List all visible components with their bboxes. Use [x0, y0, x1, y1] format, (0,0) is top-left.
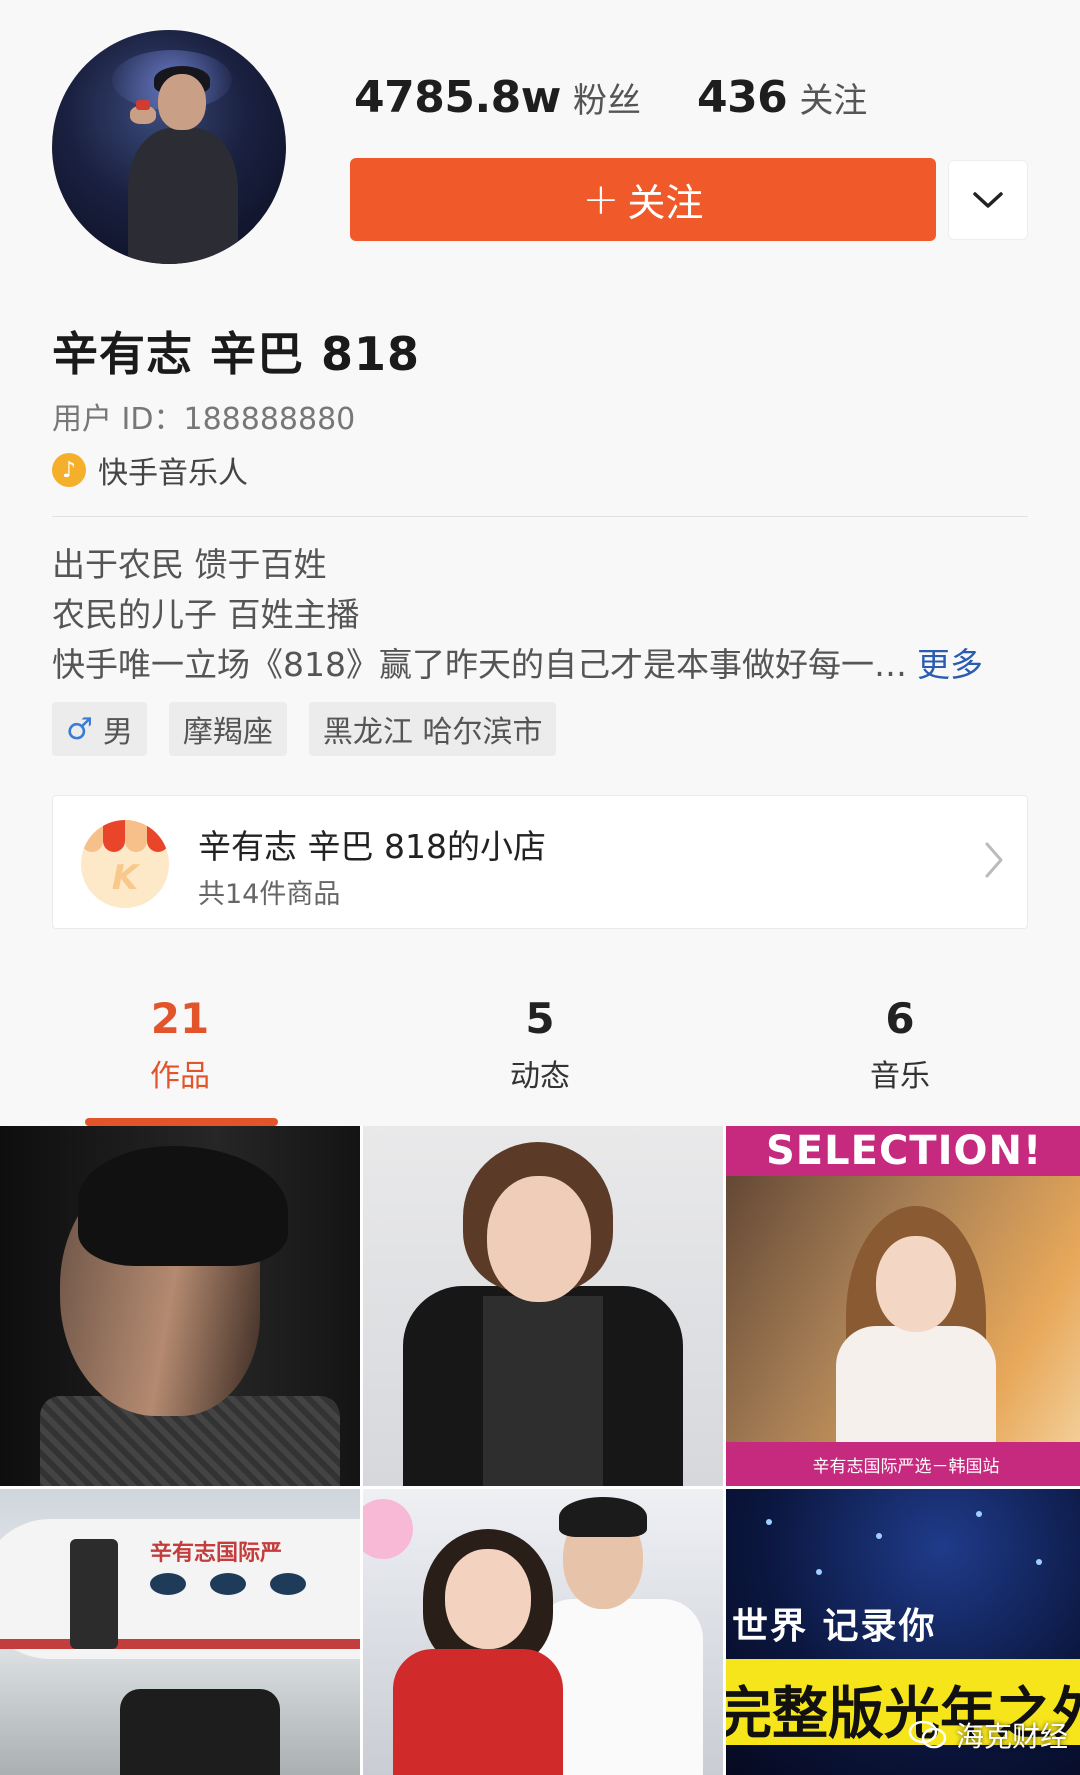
divider [52, 516, 1028, 517]
avatar[interactable] [52, 30, 286, 264]
active-tab-indicator [85, 1118, 278, 1126]
profile-name: 辛有志 辛巴 818 [52, 327, 421, 381]
video-grid: SELECTION! 辛有志国际严选－韩国站 辛有志国际严 世界 记录你 完整版… [0, 1126, 1080, 1775]
bio: 出于农民 馈于百姓 农民的儿子 百姓主播 快手唯一立场《818》赢了昨天的自己才… [52, 540, 1032, 690]
tab-count: 5 [525, 994, 555, 1043]
bio-more-link[interactable]: 更多 [917, 640, 983, 690]
bio-line: 出于农民 馈于百姓 [52, 545, 327, 584]
follow-button[interactable]: + 关注 [350, 158, 936, 241]
shop-card[interactable]: K 辛有志 辛巴 818的小店 共14件商品 [52, 795, 1028, 929]
profile-tags: ♂ 男 摩羯座 黑龙江 哈尔滨市 [52, 702, 578, 756]
thumbnail-caption: 辛有志国际严 [150, 1541, 283, 1566]
watermark-text: 海克财经 [955, 1720, 1068, 1753]
shop-logo-letter: K [111, 858, 139, 898]
wechat-icon [908, 1720, 947, 1749]
male-icon: ♂ [66, 711, 93, 747]
tag-location[interactable]: 黑龙江 哈尔滨市 [308, 702, 557, 756]
user-id[interactable]: 用户 ID：188888880 [52, 394, 355, 438]
tag-label: 男 [102, 715, 133, 750]
content-tabs: 21 作品 5 动态 6 音乐 [0, 990, 1080, 1125]
bio-line: 农民的儿子 百姓主播 [52, 595, 360, 634]
shop-title: 辛有志 辛巴 818的小店 [198, 827, 546, 866]
musician-badge-label: 快手音乐人 [98, 456, 248, 491]
tag-gender[interactable]: ♂ 男 [52, 702, 147, 756]
musician-badge[interactable]: ♪ 快手音乐人 [52, 448, 248, 492]
chevron-right-icon [985, 842, 1003, 878]
follow-button-label: 关注 [627, 181, 704, 225]
plus-icon: + [582, 174, 620, 225]
tab-count: 21 [150, 994, 210, 1043]
tab-label: 音乐 [870, 1059, 930, 1094]
following-count[interactable]: 436 [697, 72, 788, 123]
watermark: 海克财经 [908, 1715, 1068, 1755]
video-thumbnail[interactable]: 辛有志国际严 [0, 1489, 360, 1775]
tab-label: 作品 [150, 1059, 210, 1094]
shop-logo: K [81, 820, 169, 908]
fans-label[interactable]: 粉丝 [573, 73, 641, 122]
more-options-button[interactable] [948, 160, 1028, 240]
following-label[interactable]: 关注 [799, 73, 867, 122]
tab-count: 6 [885, 994, 915, 1043]
chevron-down-icon [973, 192, 1003, 208]
tab-moments[interactable]: 5 动态 [360, 990, 720, 1125]
video-thumbnail[interactable] [0, 1126, 360, 1486]
bio-line: 快手唯一立场《818》赢了昨天的自己才是本事做好每一… [52, 645, 907, 684]
tab-music[interactable]: 6 音乐 [720, 990, 1080, 1125]
tag-label: 摩羯座 [182, 715, 273, 750]
thumbnail-caption: 辛有志国际严选－韩国站 [726, 1442, 1080, 1486]
tag-zodiac[interactable]: 摩羯座 [168, 702, 287, 756]
tab-label: 动态 [510, 1059, 570, 1094]
tag-label: 黑龙江 哈尔滨市 [322, 715, 543, 750]
video-thumbnail[interactable]: SELECTION! 辛有志国际严选－韩国站 [726, 1126, 1080, 1486]
thumbnail-banner: SELECTION! [726, 1126, 1080, 1176]
shop-subtitle: 共14件商品 [198, 879, 341, 910]
fans-count[interactable]: 4785.8w [354, 72, 561, 123]
thumbnail-caption: 世界 记录你 [732, 1606, 937, 1647]
music-note-icon: ♪ [52, 453, 86, 487]
profile-stats: 4785.8w 粉丝 436 关注 [354, 72, 867, 123]
tab-works[interactable]: 21 作品 [0, 990, 360, 1125]
video-thumbnail[interactable] [363, 1126, 723, 1486]
video-thumbnail[interactable] [363, 1489, 723, 1775]
